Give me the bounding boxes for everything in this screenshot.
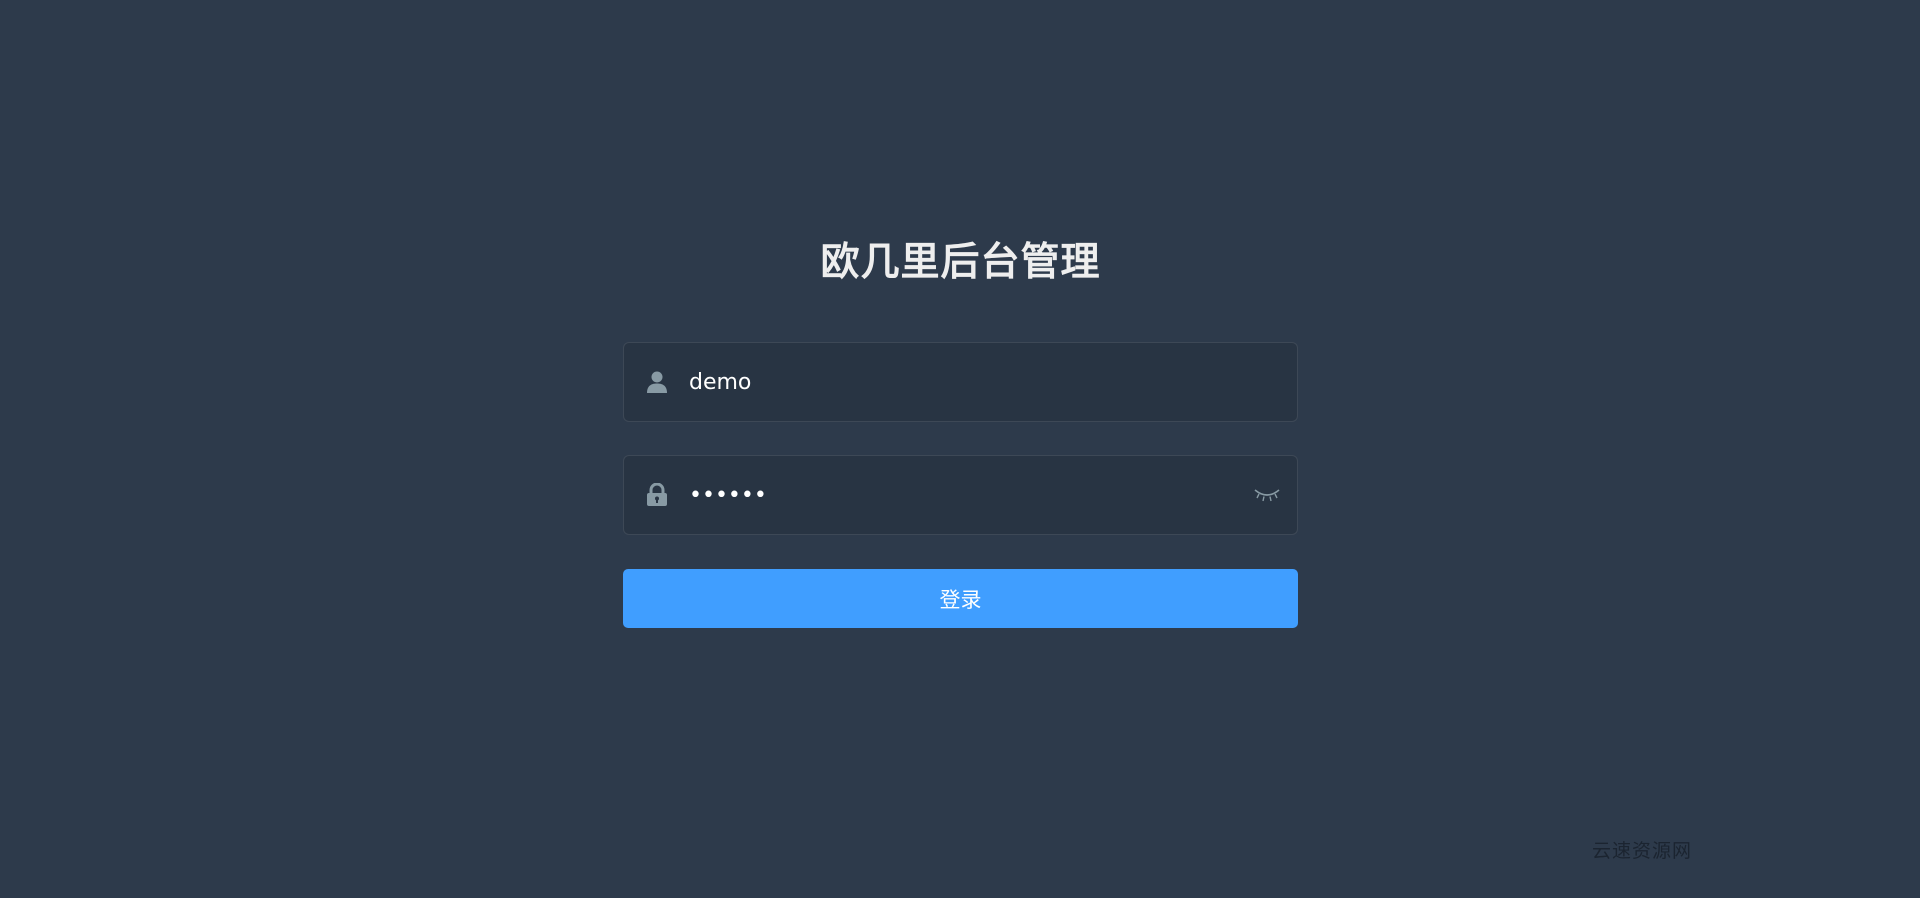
login-page: 欧几里后台管理 demo •••••• 登录 云速资源网 <box>0 0 1920 898</box>
password-input[interactable] <box>669 465 1251 525</box>
password-field-container <box>623 455 1298 535</box>
login-form: 欧几里后台管理 demo •••••• 登录 <box>623 228 1298 628</box>
username-field-container <box>623 342 1298 422</box>
username-input[interactable] <box>669 352 1297 412</box>
eye-closed-icon[interactable] <box>1251 483 1283 507</box>
page-title: 欧几里后台管理 <box>820 240 1101 285</box>
user-icon <box>645 370 669 394</box>
login-button[interactable]: 登录 <box>623 569 1298 628</box>
lock-icon <box>645 483 669 507</box>
watermark-text: 云速资源网 <box>1592 840 1693 862</box>
